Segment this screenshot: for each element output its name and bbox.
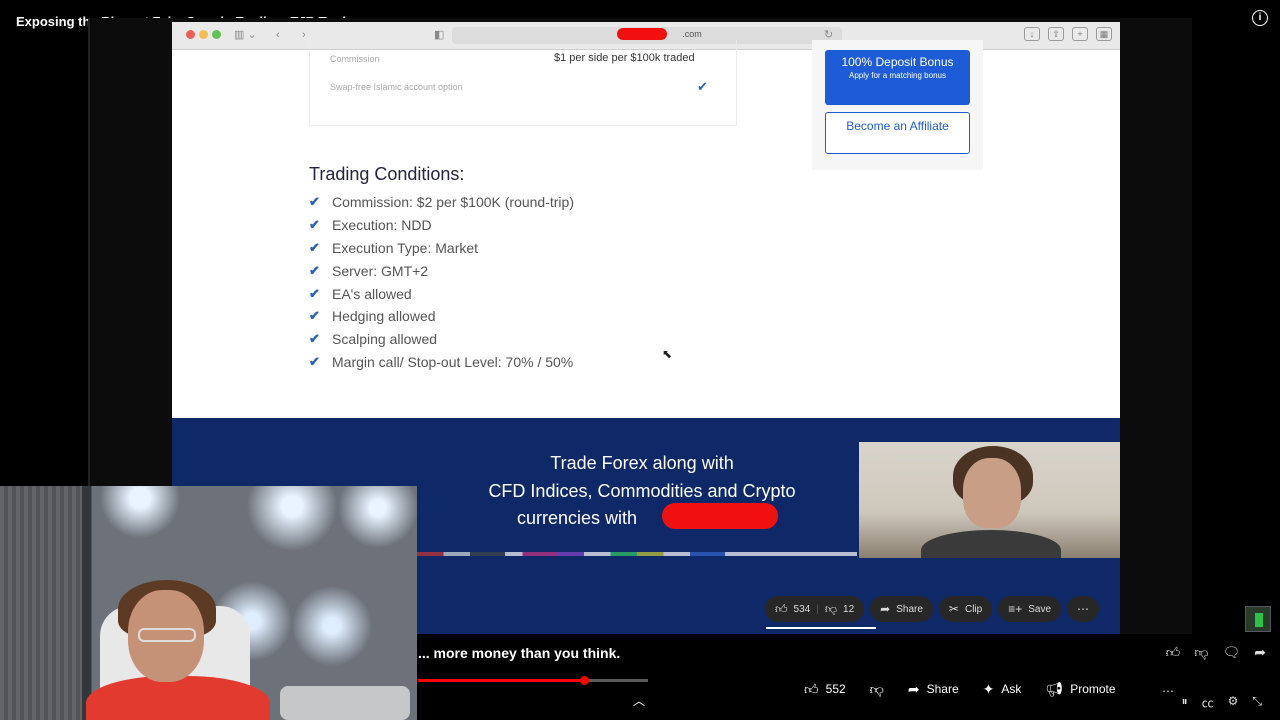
thumbs-down-icon[interactable]: 👎︎: [1194, 644, 1208, 661]
comments-icon[interactable]: 🗨︎: [1222, 644, 1240, 661]
exit-fullscreen-icon[interactable]: ⤡: [1252, 694, 1262, 711]
list-item: ✔ EA's allowed: [309, 285, 412, 302]
inner-active-underline: [766, 627, 876, 629]
banner-line-1: Trade Forex along with: [550, 453, 734, 473]
browser-actions: ↓ ⇧ + ▦: [1024, 27, 1112, 41]
check-icon: ✔: [309, 194, 320, 210]
inner-share-button: ➦ Share: [870, 596, 933, 622]
thumbs-down-icon: 👎︎: [824, 601, 838, 616]
check-icon: ✔: [309, 262, 320, 278]
forward-icon: ›: [302, 29, 306, 41]
inner-webcam: [859, 442, 1120, 558]
check-icon: ✔: [309, 285, 320, 301]
deposit-subtitle: Apply for a matching bonus: [849, 71, 946, 80]
sidebar-icon: ▥ ⌄: [234, 29, 257, 41]
progress-scrubber[interactable]: [579, 676, 589, 685]
side-actions: 👍︎ 👎︎ 🗨︎ ➦: [1166, 644, 1266, 661]
commission-value: $1 per side per $100k traded: [554, 52, 695, 64]
back-icon: ‹: [276, 29, 280, 41]
account-spec-box: Commission $1 per side per $100k traded …: [309, 40, 737, 126]
check-icon: ✔: [309, 217, 320, 233]
trading-conditions-title: Trading Conditions:: [309, 164, 465, 184]
inner-video-actions: 👍︎ 534 | 👎︎ 12 ➦ Share ✂ Clip ≡+ Save ⋯: [765, 596, 1100, 622]
share-icon: ➦: [907, 680, 920, 697]
color-strip: [417, 552, 857, 556]
playlist-add-icon: ≡+: [1008, 602, 1023, 616]
video-actions: 👍︎ 552 👎︎ ➦ Share ✦ Ask 📢︎ Promote: [794, 676, 1126, 702]
inner-more-button: ⋯: [1067, 596, 1100, 622]
pause-icon[interactable]: ⏸︎: [1182, 694, 1188, 711]
trading-conditions-list: ✔ Commission: $2 per $100K (round-trip) ✔…: [309, 191, 574, 373]
thumbs-up-icon: 👍︎: [775, 601, 788, 616]
share-icon[interactable]: ➦: [1254, 644, 1266, 661]
cta-panel: 100% Deposit Bonus Apply for a matching …: [812, 40, 983, 170]
redaction-mark: [617, 28, 667, 40]
like-button[interactable]: 👍︎ 552: [794, 676, 856, 702]
list-item: ✔ Hedging allowed: [309, 308, 436, 325]
more-icon: ⋯: [1077, 602, 1090, 616]
thumbs-up-icon: 👍︎: [804, 680, 819, 697]
check-icon: ✔: [309, 239, 320, 255]
thumbs-up-icon[interactable]: 👍︎: [1166, 644, 1181, 661]
share-button[interactable]: ➦ Share: [898, 676, 969, 702]
scissors-icon: ✂: [948, 602, 959, 616]
info-icon[interactable]: i: [1252, 10, 1268, 26]
minimize-dot-icon: [199, 30, 208, 39]
affiliate-button: Become an Affiliate: [825, 112, 970, 154]
banner-line-3: currencies with: [516, 508, 638, 528]
caption-text: ... more money than you think.: [418, 645, 621, 661]
ask-button[interactable]: ✦ Ask: [973, 676, 1032, 702]
settings-icon[interactable]: ⚙: [1228, 694, 1239, 711]
check-icon: ✔: [697, 79, 708, 94]
list-item: ✔ Execution Type: Market: [309, 239, 479, 256]
list-item: ✔ Server: GMT+2: [309, 262, 429, 279]
more-icon[interactable]: ⋯: [1162, 684, 1174, 698]
inner-save-button: ≡+ Save: [998, 596, 1062, 622]
tabs-icon: ▦: [1096, 27, 1112, 41]
channel-badge-icon[interactable]: [1245, 606, 1271, 632]
inner-clip-button: ✂ Clip: [938, 596, 993, 622]
download-icon: ↓: [1024, 27, 1040, 41]
list-item: ✔ Execution: NDD: [309, 217, 432, 234]
banner-line-2: CFD Indices, Commodities and Crypto: [488, 480, 796, 501]
captions-icon[interactable]: ㏄: [1202, 694, 1214, 711]
chevron-up-icon[interactable]: ︿: [633, 692, 645, 709]
video-player[interactable]: Exposing the Biggest Fake Guru in Tradin…: [0, 0, 1280, 720]
reaction-webcam: [0, 486, 417, 720]
redaction-mark: [662, 503, 778, 529]
thumbs-down-icon: 👎︎: [869, 680, 884, 697]
deposit-bonus-button: 100% Deposit Bonus Apply for a matching …: [825, 50, 970, 105]
check-icon: ✔: [309, 331, 320, 347]
share-icon: ⇧: [1048, 27, 1064, 41]
list-item: ✔ Margin call/ Stop-out Level: 70% / 50%: [309, 353, 574, 370]
inner-like-button: 👍︎ 534 | 👎︎ 12: [765, 596, 865, 622]
list-item: ✔ Scalping allowed: [309, 331, 438, 348]
maximize-dot-icon: [212, 30, 221, 39]
banner-text: Trade Forex along with CFD Indices, Comm…: [417, 450, 867, 533]
player-controls: ⋯ ⏸︎ ㏄ ⚙ ⤡: [1162, 684, 1262, 711]
swap-label: Swap-free Islamic account option: [330, 82, 463, 92]
commission-label: Commission: [330, 54, 380, 64]
list-item: ✔ Commission: $2 per $100K (round-trip): [309, 194, 574, 211]
mouse-cursor-icon: ⬉: [662, 347, 673, 361]
close-dot-icon: [186, 30, 195, 39]
megaphone-icon: 📢︎: [1045, 680, 1064, 697]
deposit-title: 100% Deposit Bonus: [841, 55, 954, 69]
dislike-button[interactable]: 👎︎: [860, 676, 894, 702]
progress-fill: [418, 679, 584, 682]
sparkle-icon: ✦: [982, 680, 995, 697]
share-icon: ➦: [880, 602, 891, 616]
check-icon: ✔: [309, 353, 320, 369]
check-icon: ✔: [309, 308, 320, 324]
promote-button[interactable]: 📢︎ Promote: [1035, 676, 1125, 702]
new-tab-icon: +: [1072, 27, 1088, 41]
